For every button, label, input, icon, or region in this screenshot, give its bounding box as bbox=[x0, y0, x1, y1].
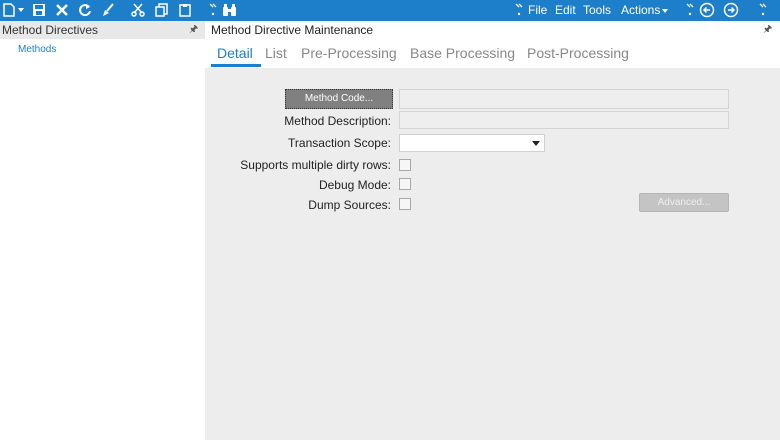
right-panel-title: Method Directive Maintenance bbox=[211, 23, 374, 37]
tree-item-methods[interactable]: Methods bbox=[18, 44, 56, 55]
menu-tools[interactable]: Tools bbox=[583, 0, 611, 21]
dropdown-arrow-icon bbox=[532, 141, 540, 146]
method-code-field[interactable] bbox=[399, 89, 729, 109]
main-toolbar: File Edit Tools Actions bbox=[0, 0, 780, 21]
new-icon[interactable] bbox=[2, 1, 16, 19]
dump-sources-checkbox[interactable] bbox=[399, 198, 411, 210]
method-directive-maintenance-panel: Method Directive Maintenance 🖈 Detail Li… bbox=[205, 21, 780, 440]
menu-actions[interactable]: Actions bbox=[621, 0, 669, 21]
tab-pre-processing[interactable]: Pre-Processing bbox=[301, 45, 397, 61]
forward-icon[interactable] bbox=[722, 1, 740, 19]
tab-post-processing[interactable]: Post-Processing bbox=[527, 45, 629, 61]
toolbar-overflow-icon[interactable] bbox=[757, 1, 769, 19]
left-panel-title: Method Directives bbox=[2, 23, 99, 37]
tab-bar: Detail List Pre-Processing Base Processi… bbox=[205, 39, 780, 68]
search-icon[interactable] bbox=[221, 1, 237, 19]
menu-file[interactable]: File bbox=[528, 0, 547, 21]
debug-mode-checkbox[interactable] bbox=[399, 178, 411, 190]
menu-overflow-icon[interactable] bbox=[513, 1, 525, 19]
paste-icon[interactable] bbox=[177, 1, 193, 19]
clear-icon[interactable] bbox=[100, 1, 116, 19]
more-tools-icon[interactable] bbox=[207, 1, 219, 19]
pin-icon[interactable]: 🖈 bbox=[763, 21, 772, 39]
supports-multiple-dirty-rows-label: Supports multiple dirty rows: bbox=[240, 158, 391, 172]
save-icon[interactable] bbox=[31, 1, 47, 19]
delete-icon[interactable] bbox=[54, 1, 70, 19]
right-panel-header: Method Directive Maintenance 🖈 bbox=[205, 21, 780, 39]
left-panel-header: Method Directives 🖈 bbox=[0, 21, 205, 39]
method-description-label: Method Description: bbox=[284, 114, 391, 128]
method-directives-panel: Method Directives 🖈 Methods bbox=[0, 21, 205, 440]
cut-icon[interactable] bbox=[130, 1, 146, 19]
transaction-scope-label: Transaction Scope: bbox=[288, 136, 391, 150]
tab-base-processing[interactable]: Base Processing bbox=[410, 45, 515, 61]
pin-icon[interactable]: 🖈 bbox=[189, 21, 198, 39]
new-dropdown-chevron-icon[interactable] bbox=[16, 1, 26, 19]
tab-list[interactable]: List bbox=[265, 45, 287, 61]
nav-overflow-icon[interactable] bbox=[684, 1, 696, 19]
tab-detail[interactable]: Detail bbox=[217, 45, 253, 61]
menu-edit[interactable]: Edit bbox=[555, 0, 576, 21]
transaction-scope-select[interactable] bbox=[399, 134, 545, 152]
back-icon[interactable] bbox=[698, 1, 716, 19]
active-tab-indicator bbox=[211, 64, 261, 67]
advanced-button[interactable]: Advanced... bbox=[639, 193, 729, 212]
menu-actions-label: Actions bbox=[621, 3, 661, 17]
copy-icon[interactable] bbox=[154, 1, 170, 19]
supports-multiple-dirty-rows-checkbox[interactable] bbox=[399, 159, 411, 171]
method-code-button[interactable]: Method Code... bbox=[285, 89, 393, 109]
dump-sources-label: Dump Sources: bbox=[308, 198, 391, 212]
chevron-down-icon bbox=[662, 8, 669, 13]
refresh-icon[interactable] bbox=[77, 1, 93, 19]
debug-mode-label: Debug Mode: bbox=[318, 178, 391, 192]
method-description-field[interactable] bbox=[399, 111, 729, 129]
